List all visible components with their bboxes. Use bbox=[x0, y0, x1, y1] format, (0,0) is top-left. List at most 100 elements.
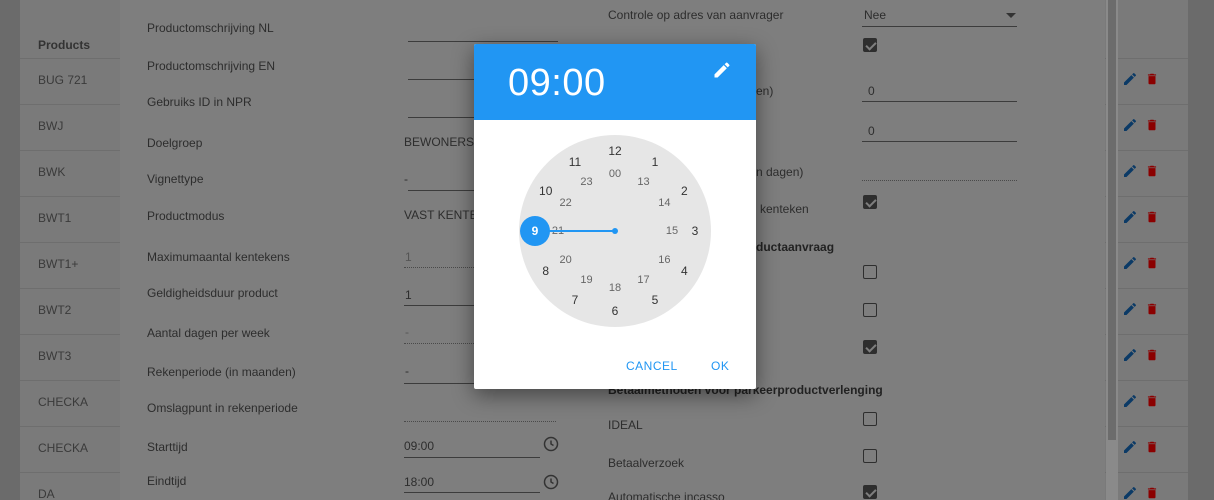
hour-19[interactable]: 19 bbox=[580, 274, 592, 286]
input-description-nl[interactable] bbox=[408, 41, 558, 42]
hour-12[interactable]: 12 bbox=[608, 144, 621, 158]
checkbox-ideal[interactable] bbox=[863, 412, 877, 426]
trash-icon[interactable] bbox=[1145, 209, 1159, 225]
hour-00[interactable]: 00 bbox=[609, 168, 621, 180]
input-right-value-2[interactable]: 0 bbox=[868, 124, 875, 138]
edit-icon[interactable] bbox=[1122, 163, 1138, 179]
label-product-mode: Productmodus bbox=[147, 209, 225, 223]
checkbox-payment-request[interactable] bbox=[863, 449, 877, 463]
scrollbar-thumb[interactable] bbox=[1108, 0, 1116, 440]
cancel-button[interactable]: CANCEL bbox=[626, 359, 678, 373]
select-product-mode[interactable]: VAST KENTE bbox=[404, 208, 478, 222]
hour-14[interactable]: 14 bbox=[658, 197, 670, 209]
clock-face[interactable]: 1212345678910110013141516171819202122239 bbox=[519, 135, 711, 327]
input-max-plates[interactable]: 1 bbox=[405, 250, 412, 264]
product-code: BUG 721 bbox=[38, 73, 88, 87]
start-time-underline bbox=[404, 457, 540, 458]
input-validity[interactable]: 1 bbox=[405, 288, 412, 302]
select-target-group[interactable]: BEWONERS bbox=[404, 135, 474, 149]
hour-23[interactable]: 23 bbox=[580, 176, 592, 188]
trash-icon[interactable] bbox=[1145, 163, 1159, 179]
label-address-check: Controle op adres van aanvrager bbox=[608, 8, 784, 22]
product-code: DA bbox=[38, 487, 55, 500]
select-vignette-type[interactable]: - bbox=[404, 172, 408, 186]
hour-11[interactable]: 11 bbox=[569, 155, 581, 169]
trash-icon[interactable] bbox=[1145, 485, 1159, 500]
edit-icon[interactable] bbox=[1122, 301, 1138, 317]
input-npr-id[interactable] bbox=[408, 117, 478, 118]
hour-10[interactable]: 10 bbox=[539, 184, 552, 198]
time-picker-header: 09:00 bbox=[474, 44, 756, 120]
select-billing-period[interactable]: - bbox=[405, 364, 409, 378]
product-code: BWK bbox=[38, 165, 66, 179]
select-address-check[interactable]: Nee bbox=[864, 8, 886, 22]
trash-icon[interactable] bbox=[1145, 439, 1159, 455]
trash-icon[interactable] bbox=[1145, 255, 1159, 271]
hour-17[interactable]: 17 bbox=[637, 274, 649, 286]
chevron-down-icon[interactable] bbox=[1006, 13, 1016, 18]
clock-center-dot bbox=[612, 228, 618, 234]
clock-icon[interactable] bbox=[543, 436, 559, 452]
input-start-time[interactable]: 09:00 bbox=[404, 439, 434, 453]
pencil-icon[interactable] bbox=[712, 60, 732, 80]
ok-button[interactable]: OK bbox=[711, 359, 729, 373]
checkbox-direct-debit[interactable] bbox=[863, 485, 877, 499]
label-start-time: Starttijd bbox=[147, 440, 188, 454]
checkbox-right-5[interactable] bbox=[863, 340, 877, 354]
trash-icon[interactable] bbox=[1145, 71, 1159, 87]
product-code: BWT3 bbox=[38, 349, 72, 363]
label-right-partial-1: en) bbox=[756, 84, 774, 98]
end-time-underline bbox=[404, 492, 540, 493]
selected-time-display[interactable]: 09:00 bbox=[508, 62, 606, 105]
selected-hour-knob[interactable]: 9 bbox=[520, 216, 550, 246]
edit-icon[interactable] bbox=[1122, 255, 1138, 271]
hour-8[interactable]: 8 bbox=[542, 264, 549, 278]
trash-icon[interactable] bbox=[1145, 117, 1159, 133]
edit-icon[interactable] bbox=[1122, 71, 1138, 87]
label-npr-id: Gebruiks ID in NPR bbox=[147, 95, 252, 109]
hour-13[interactable]: 13 bbox=[637, 176, 649, 188]
input-turning-point[interactable] bbox=[404, 421, 556, 422]
hour-15[interactable]: 15 bbox=[666, 225, 678, 237]
label-end-time: Eindtijd bbox=[147, 474, 187, 488]
checkbox-right-1[interactable] bbox=[863, 38, 877, 52]
edit-icon[interactable] bbox=[1122, 485, 1138, 500]
trash-icon[interactable] bbox=[1145, 393, 1159, 409]
hour-22[interactable]: 22 bbox=[560, 197, 572, 209]
hour-5[interactable]: 5 bbox=[652, 293, 659, 307]
product-code: BWT1+ bbox=[38, 257, 79, 271]
hour-18[interactable]: 18 bbox=[609, 282, 621, 294]
label-validity: Geldigheidsduur product bbox=[147, 286, 278, 300]
hour-16[interactable]: 16 bbox=[658, 254, 670, 266]
hour-7[interactable]: 7 bbox=[572, 293, 579, 307]
product-code: BWJ bbox=[38, 119, 64, 133]
edit-icon[interactable] bbox=[1122, 393, 1138, 409]
hour-20[interactable]: 20 bbox=[560, 254, 572, 266]
trash-icon[interactable] bbox=[1145, 301, 1159, 317]
checkbox-right-2[interactable] bbox=[863, 195, 877, 209]
checkbox-right-4[interactable] bbox=[863, 303, 877, 317]
input-days-per-week[interactable]: - bbox=[405, 325, 409, 339]
label-ideal: IDEAL bbox=[608, 418, 643, 432]
dialog-scrollbar[interactable] bbox=[1106, 0, 1118, 500]
input-description-en[interactable] bbox=[408, 79, 478, 80]
input-right-value-1[interactable]: 0 bbox=[868, 84, 875, 98]
input-right-value-3[interactable] bbox=[862, 180, 1017, 181]
edit-icon[interactable] bbox=[1122, 439, 1138, 455]
checkbox-right-3[interactable] bbox=[863, 265, 877, 279]
edit-icon[interactable] bbox=[1122, 347, 1138, 363]
edit-icon[interactable] bbox=[1122, 117, 1138, 133]
hour-3[interactable]: 3 bbox=[692, 224, 699, 238]
hour-6[interactable]: 6 bbox=[612, 304, 619, 318]
hour-1[interactable]: 1 bbox=[652, 155, 659, 169]
clock-icon[interactable] bbox=[543, 474, 559, 490]
edit-icon[interactable] bbox=[1122, 209, 1138, 225]
right-value-2-underline bbox=[862, 141, 1017, 142]
input-end-time[interactable]: 18:00 bbox=[404, 475, 434, 489]
trash-icon[interactable] bbox=[1145, 347, 1159, 363]
hour-2[interactable]: 2 bbox=[681, 184, 688, 198]
product-code: BWT1 bbox=[38, 211, 72, 225]
vignette-type-underline bbox=[408, 190, 478, 191]
hour-4[interactable]: 4 bbox=[681, 264, 688, 278]
right-value-1-underline bbox=[862, 101, 1017, 102]
